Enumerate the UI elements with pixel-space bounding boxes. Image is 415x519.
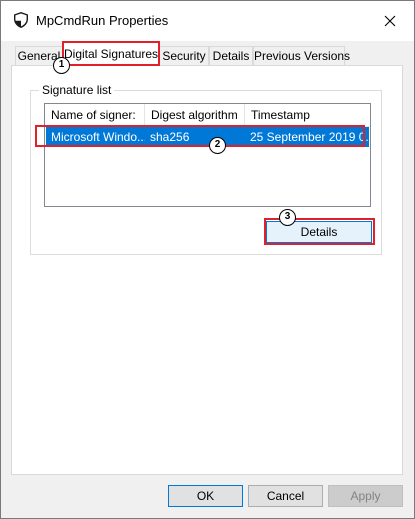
cancel-button[interactable]: Cancel xyxy=(248,485,323,507)
title-bar: MpCmdRun Properties xyxy=(1,1,414,41)
cell-digest: sha256 xyxy=(150,130,190,144)
tab-panel-digital-signatures: Signature list Name of signer: Digest al… xyxy=(11,65,403,475)
close-button[interactable] xyxy=(374,7,406,35)
apply-button[interactable]: Apply xyxy=(328,485,403,507)
ok-button[interactable]: OK xyxy=(168,485,243,507)
signature-list-view[interactable]: Name of signer: Digest algorithm Timesta… xyxy=(44,103,371,207)
tab-digital-signatures[interactable]: Digital Signatures xyxy=(63,42,159,66)
tab-security[interactable]: Security xyxy=(159,46,209,66)
tab-details[interactable]: Details xyxy=(209,46,253,66)
cell-signer: Microsoft Windo... xyxy=(51,130,145,144)
properties-dialog: MpCmdRun Properties General Digital Sign… xyxy=(0,0,415,519)
signature-list-label: Signature list xyxy=(39,83,115,97)
column-header-timestamp[interactable]: Timestamp xyxy=(245,104,370,126)
tab-previous-versions[interactable]: Previous Versions xyxy=(253,46,350,66)
table-row[interactable]: Microsoft Windo... sha256 25 September 2… xyxy=(46,127,369,147)
cell-timestamp: 25 September 2019 0... xyxy=(250,130,369,144)
window-title: MpCmdRun Properties xyxy=(36,13,169,28)
callout-1: 1 xyxy=(53,57,70,74)
list-header: Name of signer: Digest algorithm Timesta… xyxy=(45,104,370,127)
column-header-digest[interactable]: Digest algorithm xyxy=(145,104,245,126)
column-header-signer[interactable]: Name of signer: xyxy=(45,104,145,126)
callout-2: 2 xyxy=(209,137,226,154)
shield-icon xyxy=(14,12,28,28)
close-icon xyxy=(384,15,396,27)
callout-3: 3 xyxy=(279,209,296,226)
